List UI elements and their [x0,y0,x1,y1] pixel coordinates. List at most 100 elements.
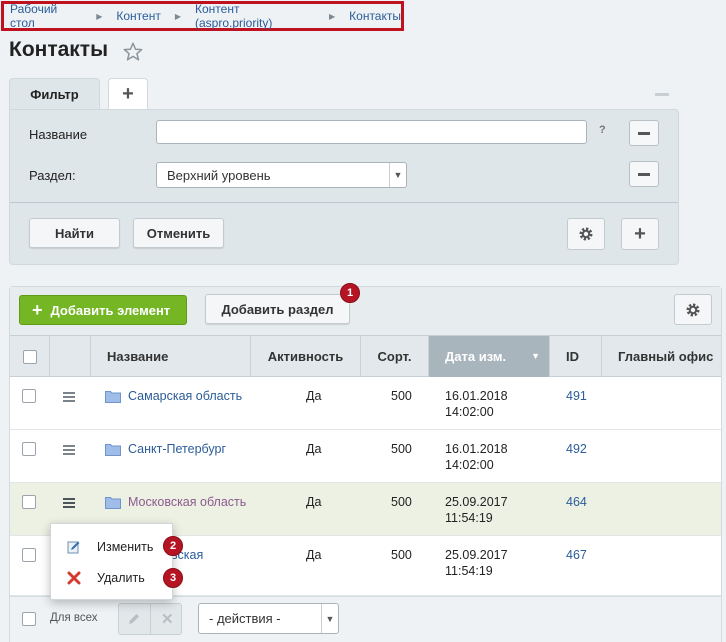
row-date: 16.01.2018 [445,389,508,403]
select-all-checkbox[interactable] [22,349,37,364]
row-checkbox[interactable] [22,495,36,509]
hamburger-menu-icon[interactable] [63,445,75,455]
badge-1: 1 [340,283,360,303]
breadcrumb-contacts[interactable]: Контакты [349,9,401,23]
select-all-footer-checkbox[interactable] [22,612,36,626]
section-select[interactable]: Верхний уровень ▼ [156,162,407,188]
row-sort: 500 [391,495,412,509]
menu-item-delete[interactable]: Удалить [51,563,172,593]
star-icon[interactable] [122,41,144,63]
filter-panel: Название ? Раздел: Верхний уровень ▼ Най… [9,109,679,265]
row-id-link[interactable]: 491 [566,389,587,403]
actions-select-value: - действия - [209,611,281,626]
row-date: 16.01.2018 [445,442,508,456]
column-date[interactable]: Дата изм. ▼ [429,336,550,377]
add-filter-tab-button[interactable]: + [108,78,148,110]
delete-icon [67,571,81,585]
plus-icon: + [634,222,646,245]
page-title: Контакты [9,38,109,61]
folder-icon [105,444,121,456]
minus-icon [638,131,650,135]
plus-icon: + [32,300,43,320]
pencil-icon[interactable] [127,612,141,626]
column-active[interactable]: Активность [251,336,361,377]
folder-icon [105,391,121,403]
list-toolbar: + Добавить элемент Добавить раздел 1 [10,283,721,335]
row-context-menu: Изменить Удалить [50,523,173,600]
table-row[interactable]: Самарская область Да 500 16.01.2018 14:0… [10,377,721,430]
add-filter-field-button[interactable]: + [621,218,659,250]
row-sort: 500 [391,389,412,403]
breadcrumb-separator-icon: ▶ [329,11,336,21]
gear-icon [579,227,593,241]
breadcrumb: Рабочий стол ▶ Контент ▶ Контент (aspro.… [1,1,404,31]
sort-down-icon: ▼ [531,351,540,361]
column-id[interactable]: ID [550,336,602,377]
cross-icon[interactable]: ✕ [161,610,174,628]
gear-icon [686,303,700,316]
divider [10,202,678,203]
table-header: Название Активность Сорт. Дата изм. ▼ ID… [10,335,721,377]
section-select-value: Верхний уровень [167,168,271,183]
name-input[interactable] [156,120,587,144]
chevron-down-icon: ▼ [321,604,338,633]
row-time: 11:54:19 [445,564,493,578]
menu-item-edit[interactable]: Изменить [51,532,172,562]
row-name-link[interactable]: Московская область [128,495,246,509]
header-checkbox-cell [10,336,50,377]
row-active: Да [306,548,322,562]
column-sort[interactable]: Сорт. [361,336,429,377]
tab-filter[interactable]: Фильтр [9,78,100,110]
row-name-link[interactable]: Самарская область [128,389,242,403]
row-id-link[interactable]: 467 [566,548,587,562]
column-name[interactable]: Название [91,336,251,377]
add-element-button[interactable]: + Добавить элемент [19,295,187,325]
minimize-filter-icon[interactable] [655,93,669,96]
badge-3: 3 [163,568,183,588]
name-label: Название [29,127,88,142]
row-checkbox[interactable] [22,548,36,562]
actions-select[interactable]: - действия - ▼ [198,603,339,634]
row-active: Да [306,442,322,456]
list-settings-button[interactable] [674,294,712,325]
chevron-down-icon: ▼ [389,163,406,187]
row-id-link[interactable]: 464 [566,495,587,509]
help-icon[interactable]: ? [599,124,606,136]
row-time: 14:02:00 [445,458,494,472]
hamburger-menu-icon[interactable] [63,392,75,402]
row-name-link[interactable]: Санкт-Петербург [128,442,226,456]
remove-name-field-button[interactable] [629,120,659,146]
menu-item-edit-label: Изменить [97,540,154,554]
row-sort: 500 [391,442,412,456]
table-row[interactable]: Санкт-Петербург Да 500 16.01.2018 14:02:… [10,430,721,483]
cancel-button[interactable]: Отменить [133,218,224,248]
find-button[interactable]: Найти [29,218,120,248]
group-action-buttons: ✕ [118,603,182,635]
column-main-office[interactable]: Главный офис [602,336,721,377]
list-footer: Для всех ✕ - действия - ▼ [10,596,721,642]
row-date: 25.09.2017 [445,495,508,509]
breadcrumb-content[interactable]: Контент [116,9,160,23]
breadcrumb-content-aspro[interactable]: Контент (aspro.priority) [195,2,315,30]
add-section-button[interactable]: Добавить раздел [205,294,350,324]
row-checkbox[interactable] [22,389,36,403]
row-active: Да [306,389,322,403]
filter-settings-button[interactable] [567,218,605,250]
breadcrumb-desktop[interactable]: Рабочий стол [10,2,82,30]
for-all-label: Для всех [50,612,98,624]
breadcrumb-separator-icon: ▶ [174,11,181,21]
section-label: Раздел: [29,168,76,183]
edit-icon [67,541,80,554]
row-time: 11:54:19 [445,511,493,525]
plus-icon: + [122,83,134,105]
folder-icon [105,497,121,509]
row-checkbox[interactable] [22,442,36,456]
add-element-label: Добавить элемент [50,302,171,318]
breadcrumb-separator-icon: ▶ [96,11,103,21]
row-sort: 500 [391,548,412,562]
remove-section-field-button[interactable] [629,161,659,187]
menu-item-delete-label: Удалить [97,571,145,585]
hamburger-menu-icon[interactable] [63,498,75,508]
row-time: 14:02:00 [445,405,494,419]
row-id-link[interactable]: 492 [566,442,587,456]
